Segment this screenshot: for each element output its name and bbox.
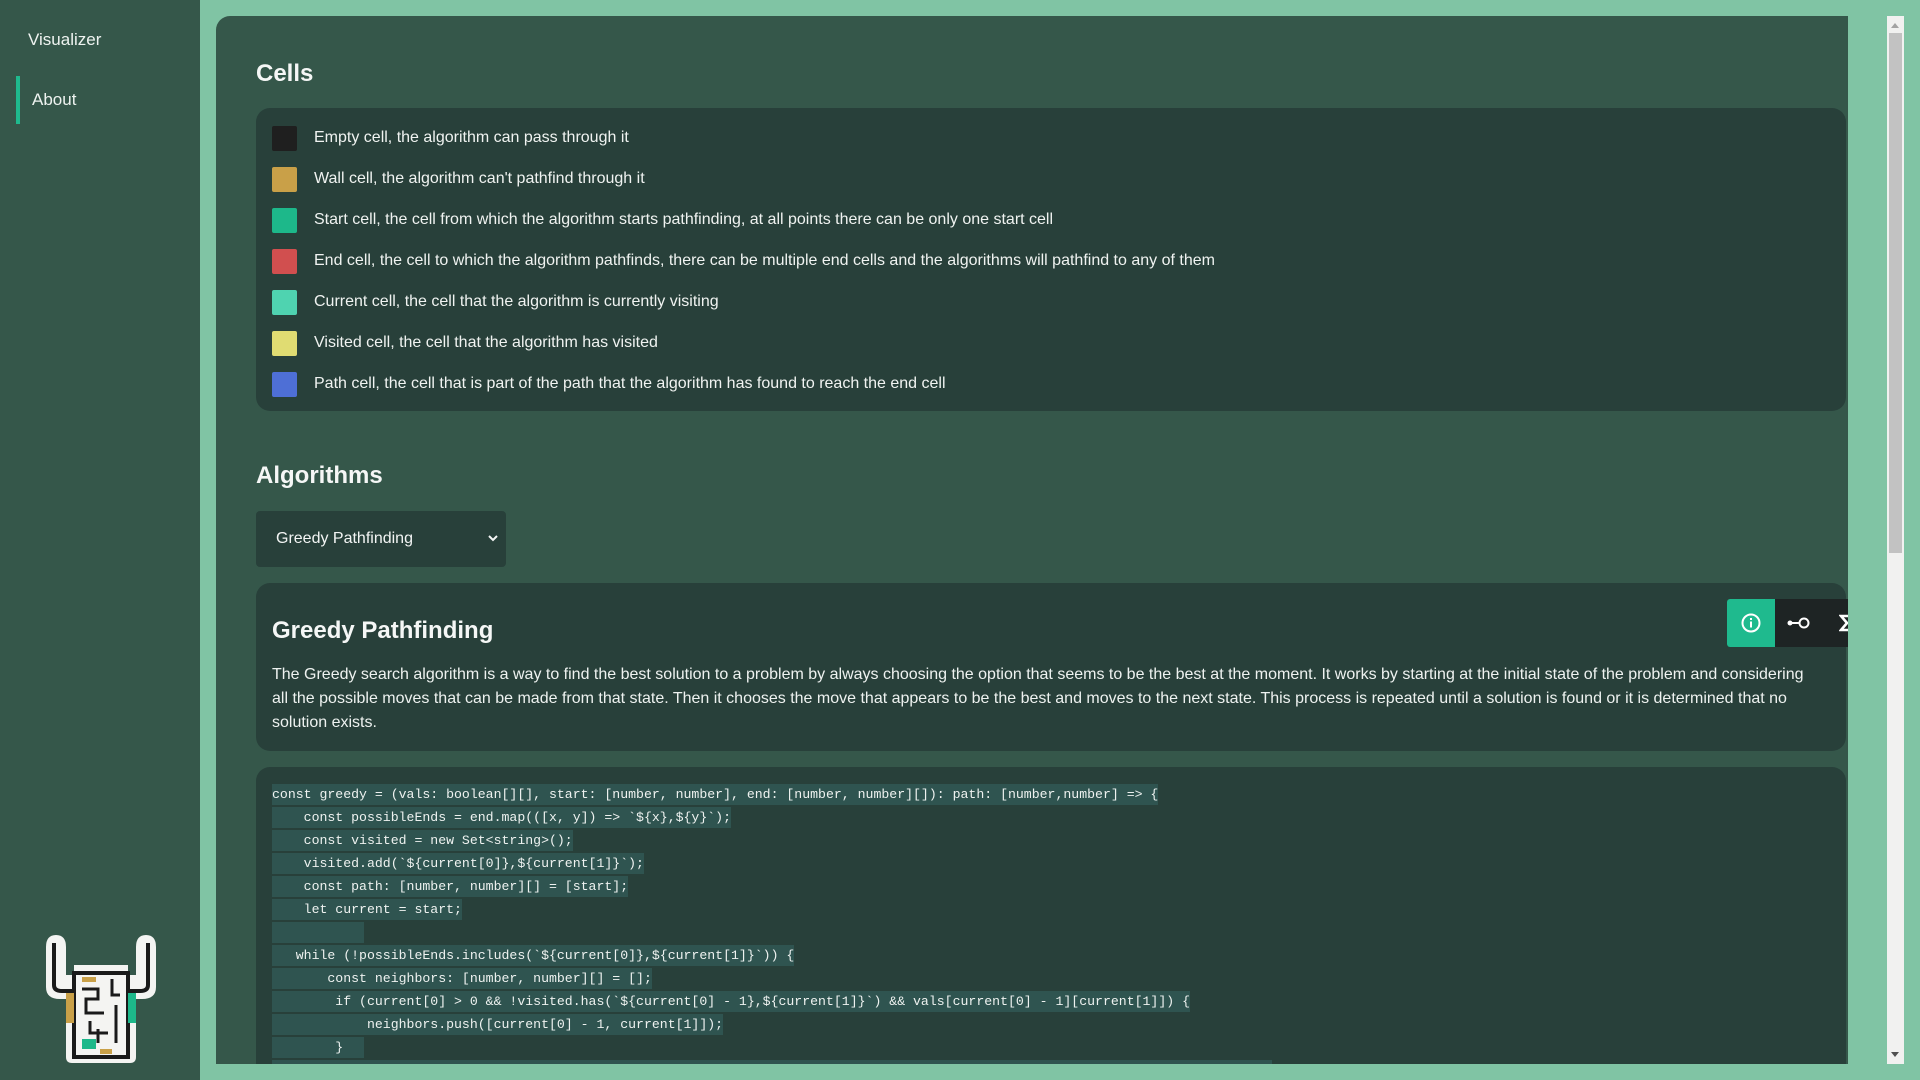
cell-legend-label: Wall cell, the algorithm can't pathfind … (314, 170, 645, 187)
cells-section-title: Cells (256, 60, 314, 87)
cell-legend-item-path: Path cell, the cell that is part of the … (272, 371, 946, 397)
page-scrollbar[interactable] (1887, 16, 1904, 1064)
code-line: const possibleEnds = end.map(([x, y]) =>… (272, 807, 731, 828)
info-icon (1741, 613, 1761, 633)
cell-legend-label: Start cell, the cell from which the algo… (314, 211, 1054, 228)
cell-legend-item-empty: Empty cell, the algorithm can pass throu… (272, 125, 629, 151)
code-line: visited.add(`${current[0]},${current[1]}… (272, 853, 644, 874)
key-icon (1787, 617, 1810, 629)
chevron-down-icon (488, 535, 498, 542)
cell-legend-label: Current cell, the cell that the algorith… (314, 293, 719, 310)
sigma-icon (1839, 614, 1848, 632)
empty-cell-swatch (272, 125, 297, 151)
wall-cell-swatch (272, 166, 297, 192)
main-panel: Cells Empty cell, the algorithm can pass… (216, 16, 1848, 1064)
current-cell-swatch (272, 289, 297, 315)
cell-legend-label: Empty cell, the algorithm can pass throu… (314, 129, 629, 146)
end-cell-swatch (272, 248, 297, 274)
cell-legend-label: End cell, the cell to which the algorith… (314, 252, 1215, 269)
code-line: neighbors.push([current[0] - 1, current[… (272, 1014, 724, 1035)
cell-legend-item-current: Current cell, the cell that the algorith… (272, 289, 719, 315)
algorithm-card: Greedy Pathfinding The Greedy search alg… (256, 583, 1848, 751)
code-line: const neighbors: [number, number][] = []… (272, 968, 652, 989)
scroll-down-arrow-icon[interactable] (1891, 1052, 1899, 1057)
tab-info[interactable] (1727, 599, 1775, 647)
sidebar-item-label: About (32, 90, 77, 109)
algorithms-section-title: Algorithms (256, 462, 383, 489)
code-line (272, 1060, 1272, 1064)
cell-legend-label: Visited cell, the cell that the algorith… (314, 334, 658, 351)
cell-legend-item-visited: Visited cell, the cell that the algorith… (272, 330, 658, 356)
cell-legend-item-end: End cell, the cell to which the algorith… (272, 248, 1215, 274)
sidebar-item-about[interactable]: About (16, 76, 186, 124)
code-line: const greedy = (vals: boolean[][], start… (272, 784, 1159, 805)
tab-sigma[interactable] (1823, 599, 1848, 647)
start-cell-swatch (272, 207, 297, 233)
algorithm-tabs (1727, 599, 1848, 647)
scroll-up-arrow-icon[interactable] (1891, 23, 1899, 28)
cell-legend-label: Path cell, the cell that is part of the … (314, 375, 946, 392)
visited-cell-swatch (272, 330, 297, 356)
code-line: } (272, 1037, 364, 1058)
scrollbar-thumb[interactable] (1889, 33, 1902, 553)
sidebar-item-visualizer[interactable]: Visualizer (16, 16, 186, 64)
code-line: if (current[0] > 0 && !visited.has(`${cu… (272, 991, 1190, 1012)
code-line: let current = start; (272, 899, 462, 920)
cells-legend: Empty cell, the algorithm can pass throu… (256, 108, 1846, 411)
code-line (272, 922, 364, 943)
code-line: while (!possibleEnds.includes(`${current… (272, 945, 795, 966)
cell-legend-item-wall: Wall cell, the algorithm can't pathfind … (272, 166, 645, 192)
code-line: const path: [number, number][] = [start]… (272, 876, 629, 897)
cell-legend-item-start: Start cell, the cell from which the algo… (272, 207, 1053, 233)
tab-key[interactable] (1775, 599, 1823, 647)
algorithm-select[interactable]: Greedy Pathfinding (256, 511, 506, 567)
algorithm-select-value: Greedy Pathfinding (276, 530, 413, 547)
sidebar-item-label: Visualizer (28, 30, 102, 49)
code-line: const visited = new Set<string>(); (272, 830, 573, 851)
algorithm-title: Greedy Pathfinding (272, 617, 494, 644)
path-cell-swatch (272, 371, 297, 397)
algorithm-description: The Greedy search algorithm is a way to … (272, 666, 1804, 731)
sidebar: Visualizer About (0, 0, 200, 1080)
maze-logo-icon (46, 935, 156, 1063)
code-block: const greedy = (vals: boolean[][], start… (256, 767, 1846, 1064)
